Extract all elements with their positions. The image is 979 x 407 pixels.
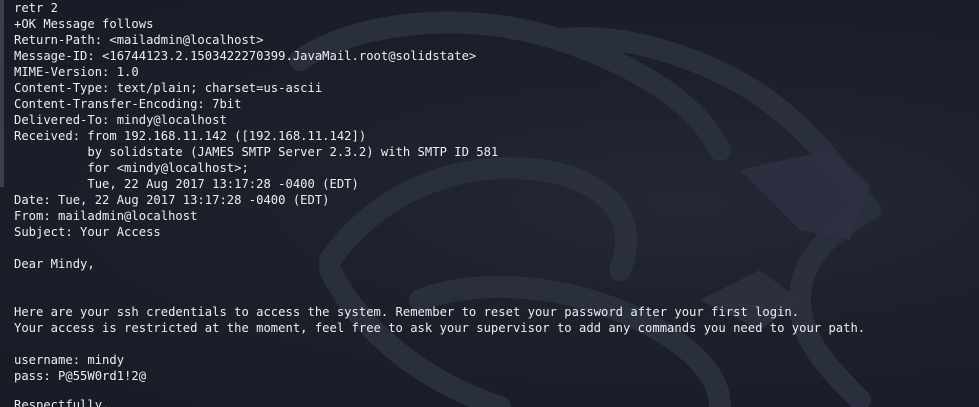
terminal-line: From: mailadmin@localhost (14, 209, 198, 223)
terminal-line: Respectfully, (14, 398, 110, 407)
terminal-output: retr 2 +OK Message follows Return-Path: <m… (14, 0, 865, 407)
terminal-line: Your access is restricted at the moment,… (14, 321, 866, 335)
terminal-line: +OK Message follows (14, 17, 154, 31)
terminal-line: Date: Tue, 22 Aug 2017 13:17:28 -0400 (E… (14, 193, 330, 207)
terminal-line: Subject: Your Access (14, 225, 161, 239)
scrollbar[interactable] (0, 0, 4, 187)
terminal-line: Here are your ssh credentials to access … (14, 305, 800, 319)
terminal-line: MIME-Version: 1.0 (14, 65, 139, 79)
terminal-line: Message-ID: <16744123.2.1503422270399.Ja… (14, 49, 477, 63)
terminal-window[interactable]: retr 2 +OK Message follows Return-Path: <m… (0, 0, 979, 407)
terminal-line: pass: P@55W0rd1!2@ (14, 369, 147, 383)
terminal-line: Tue, 22 Aug 2017 13:17:28 -0400 (EDT) (14, 177, 359, 191)
terminal-line: retr 2 (14, 1, 59, 15)
terminal-line: username: mindy (14, 353, 125, 367)
terminal-line: by solidstate (JAMES SMTP Server 2.3.2) … (14, 145, 499, 159)
terminal-line: Content-Type: text/plain; charset=us-asc… (14, 81, 323, 95)
terminal-line: Received: from 192.168.11.142 ([192.168.… (14, 129, 367, 143)
terminal-line: Dear Mindy, (14, 257, 95, 271)
terminal-line: Return-Path: <mailadmin@localhost> (14, 33, 264, 47)
terminal-line: Delivered-To: mindy@localhost (14, 113, 227, 127)
terminal-line: for <mindy@localhost>; (14, 161, 249, 175)
terminal-line: Content-Transfer-Encoding: 7bit (14, 97, 242, 111)
